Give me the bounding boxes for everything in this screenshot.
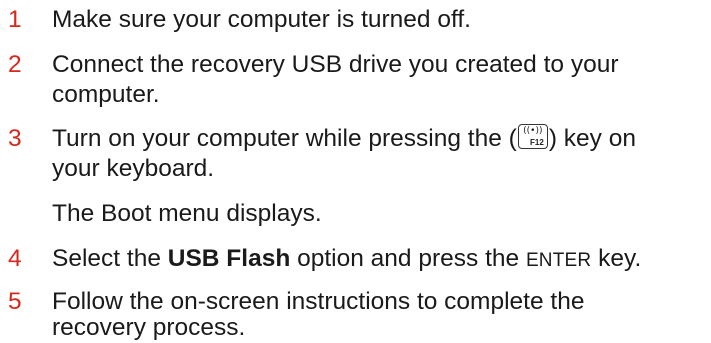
step-text-line-2: your keyboard. xyxy=(52,155,215,182)
step-number: 1 xyxy=(8,6,22,33)
step-text-after-key: ) key on xyxy=(548,125,636,152)
step-note: The Boot menu displays. xyxy=(52,200,322,227)
step-text-middle: option and press the xyxy=(290,245,526,272)
usb-flash-option-label: USB Flash xyxy=(167,245,291,272)
step-text-before-key: Turn on your computer while pressing the… xyxy=(52,125,517,152)
step-text-line-1: Connect the recovery USB drive you creat… xyxy=(52,51,619,78)
step-text: Make sure your computer is turned off. xyxy=(52,6,471,33)
step-number: 5 xyxy=(8,288,22,315)
key-label: F12 xyxy=(530,138,544,147)
step-number: 3 xyxy=(8,125,22,152)
step-text-line-2: computer. xyxy=(52,81,160,108)
step-text-before: Select the xyxy=(52,245,168,272)
step-text: Select the USB Flash option and press th… xyxy=(52,244,702,276)
step-text-line-1: Turn on your computer while pressing the… xyxy=(52,124,702,154)
enter-key-label: ENTER xyxy=(525,250,592,271)
f12-key-icon: ((•)) F12 xyxy=(517,124,548,149)
step-text-after: key. xyxy=(591,245,642,272)
wireless-icon: ((•)) xyxy=(523,126,543,136)
step-number: 4 xyxy=(8,245,22,272)
step-number: 2 xyxy=(8,51,22,78)
step-text-line-2: recovery process. xyxy=(52,314,246,341)
